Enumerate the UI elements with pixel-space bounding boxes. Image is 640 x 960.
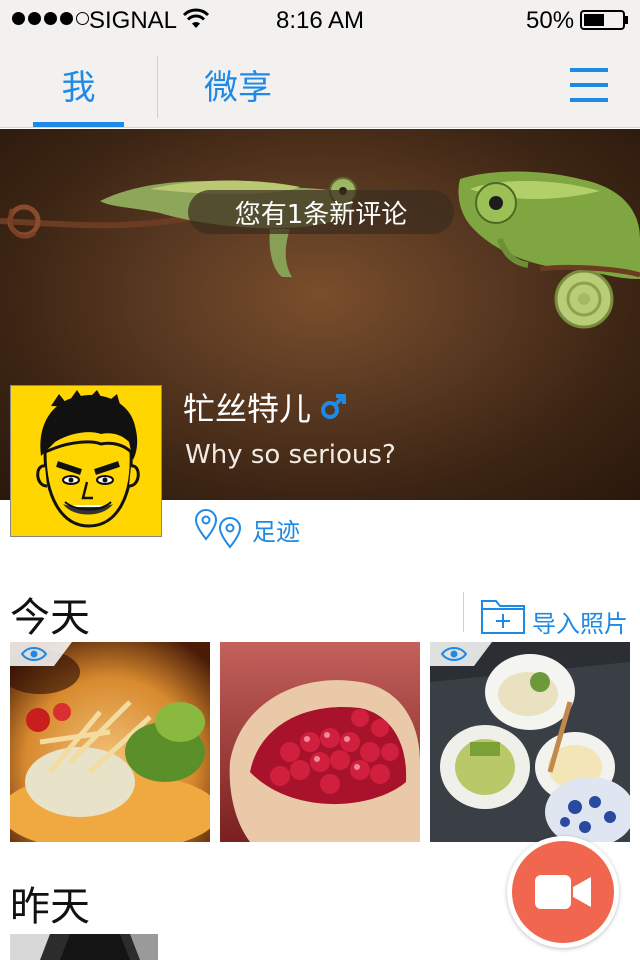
salad-photo — [10, 642, 210, 842]
record-video-button[interactable] — [507, 836, 619, 948]
new-comment-notification[interactable]: 您有1条新评论 — [188, 190, 454, 234]
avatar[interactable] — [10, 385, 162, 537]
photo-thumbnail[interactable] — [430, 642, 630, 842]
profile-name-text: 牤丝特儿 — [183, 390, 312, 428]
map-pin-icon — [194, 509, 242, 549]
import-photos-label: 导入照片 — [532, 610, 628, 638]
profile-motto: Why so serious? — [185, 440, 396, 470]
tab-me-label: 我 — [61, 67, 96, 108]
tab-me[interactable]: 我 — [33, 40, 124, 128]
tab-divider — [157, 56, 158, 118]
new-comment-text: 您有1条新评论 — [234, 199, 408, 230]
battery-icon — [580, 10, 628, 30]
status-bar: SIGNAL 8:16 AM 50% — [0, 0, 640, 40]
japanese-dishes-photo — [430, 642, 630, 842]
active-tab-indicator — [33, 122, 124, 127]
tab-share-label: 微享 — [204, 67, 272, 108]
footprint-link[interactable]: 足迹 — [194, 508, 300, 550]
footprint-label: 足迹 — [252, 517, 300, 546]
hamburger-icon-line — [570, 98, 608, 102]
hamburger-icon — [570, 68, 608, 72]
import-divider — [463, 592, 464, 632]
profile-name: 牤丝特儿 — [183, 384, 347, 430]
import-photos-button[interactable]: 导入照片 — [480, 590, 628, 639]
cartoon-face-avatar — [11, 386, 161, 536]
tab-share[interactable]: 微享 — [190, 40, 286, 128]
video-camera-icon — [535, 875, 591, 909]
male-symbol-icon — [321, 394, 347, 419]
photo-thumbnail[interactable] — [10, 642, 210, 842]
folder-plus-icon — [481, 599, 525, 634]
eye-icon — [10, 642, 72, 666]
section-title-today: 今天 — [10, 595, 90, 641]
battery-percentage: 50% — [526, 7, 575, 34]
section-title-yesterday: 昨天 — [10, 884, 90, 930]
pomegranate-photo — [220, 642, 420, 842]
record-video-button-face — [512, 841, 614, 943]
photo-thumbnail[interactable] — [220, 642, 420, 842]
hamburger-icon-line — [570, 83, 608, 87]
yesterday-photo — [10, 934, 158, 960]
menu-button[interactable] — [566, 64, 614, 106]
photo-thumbnail[interactable] — [10, 934, 158, 960]
top-nav-bar: 我 微享 — [0, 40, 640, 128]
eye-icon — [430, 642, 492, 666]
